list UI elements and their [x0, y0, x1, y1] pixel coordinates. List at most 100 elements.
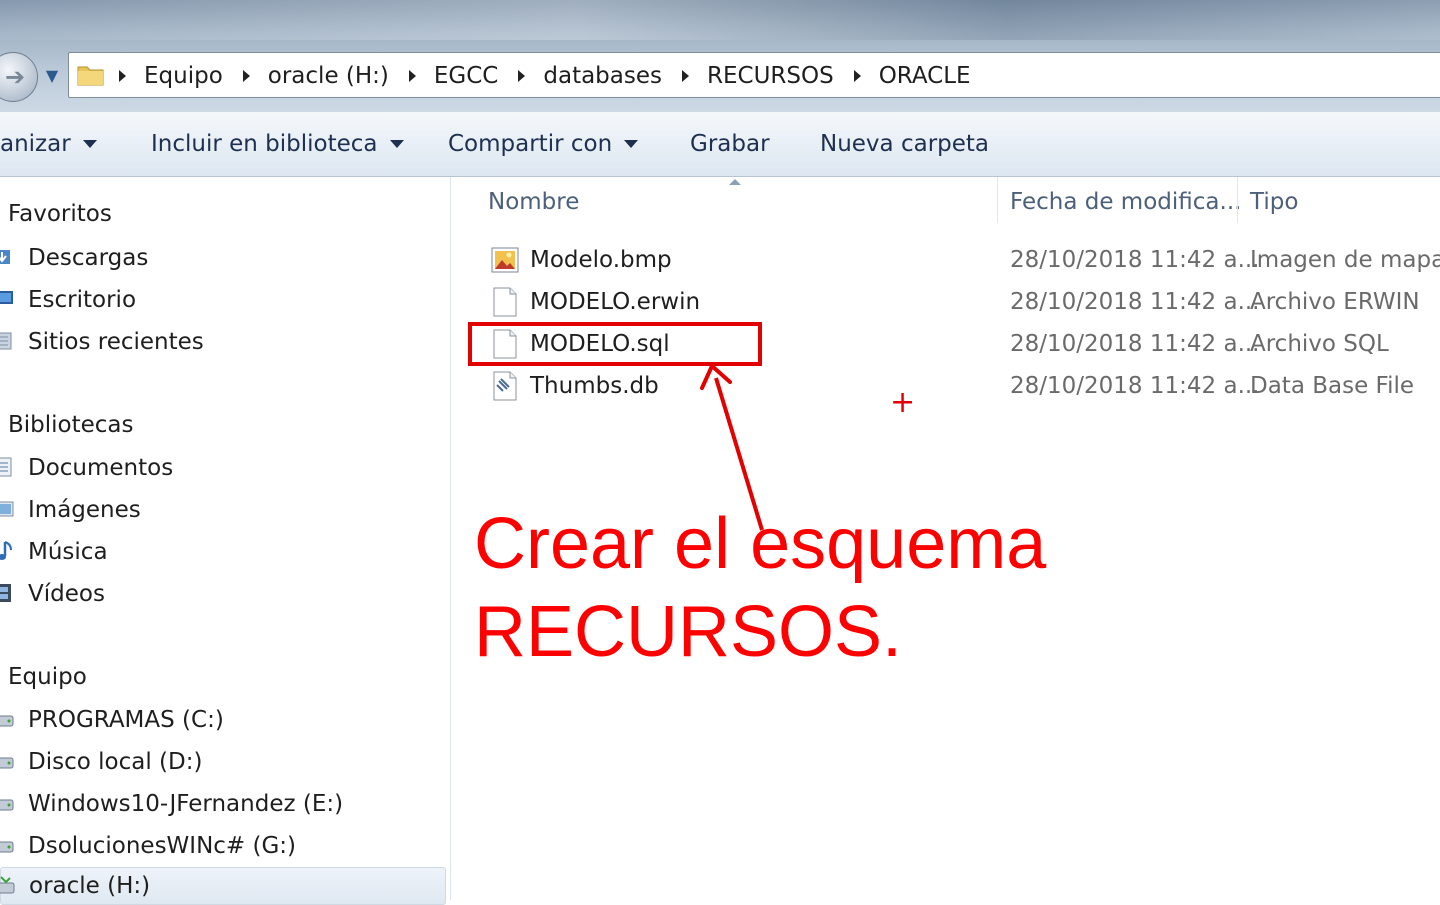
documents-icon — [0, 457, 12, 477]
breadcrumb-item[interactable]: RECURSOS — [707, 63, 834, 89]
annotation-text: Crear el esquema RECURSOS. — [474, 500, 1046, 676]
nav-item-pictures[interactable]: Imágenes — [0, 491, 446, 529]
removable-drive-icon — [0, 876, 15, 894]
file-type: Imagen de mapa ... — [1250, 247, 1440, 273]
new-folder-label: Nueva carpeta — [820, 131, 990, 157]
nav-item-label: Disco local (D:) — [28, 749, 203, 775]
nav-item-drive-h[interactable]: oracle (H:) — [0, 867, 446, 905]
desktop-icon — [0, 291, 13, 304]
annotation-line-2: RECURSOS. — [474, 592, 903, 672]
film-strip-icon — [0, 584, 11, 602]
column-header-date[interactable]: Fecha de modifica... — [1010, 177, 1241, 227]
share-with-label: Compartir con — [448, 131, 613, 157]
file-name: Thumbs.db — [530, 373, 659, 399]
nav-item-recent-places[interactable]: Sitios recientes — [0, 323, 446, 361]
forward-arrow-icon: ➔ — [5, 63, 26, 91]
breadcrumb-item[interactable]: databases — [543, 63, 662, 89]
breadcrumb-item[interactable]: ORACLE — [879, 63, 971, 89]
nav-item-drive-e[interactable]: Windows10-JFernandez (E:) — [0, 785, 446, 823]
navigation-pane[interactable]: Favoritos Descargas Escritorio Sitios re… — [0, 177, 451, 905]
breadcrumb: Equipo oracle (H:) EGCC databases RECURS… — [119, 53, 991, 99]
folder-icon — [77, 66, 104, 86]
hard-drive-icon — [0, 799, 14, 811]
file-date: 28/10/2018 11:42 a... — [1010, 289, 1260, 315]
organize-label: anizar — [0, 131, 71, 157]
file-date: 28/10/2018 11:42 a... — [1010, 373, 1260, 399]
breadcrumb-item[interactable]: EGCC — [434, 63, 498, 89]
nav-item-label: Descargas — [28, 245, 149, 271]
file-row[interactable]: MODELO.erwin 28/10/2018 11:42 a... Archi… — [451, 281, 1440, 323]
computer-header[interactable]: Equipo — [8, 664, 87, 690]
new-folder-button[interactable]: Nueva carpeta — [820, 112, 989, 176]
recent-pages-dropdown-icon[interactable]: ▼ — [42, 66, 62, 86]
burn-button[interactable]: Grabar — [690, 112, 770, 176]
file-date: 28/10/2018 11:42 a... — [1010, 331, 1260, 357]
share-with-button[interactable]: Compartir con — [448, 112, 639, 176]
file-type: Archivo ERWIN — [1250, 289, 1420, 315]
file-name: Modelo.bmp — [530, 247, 672, 273]
nav-item-label: Windows10-JFernandez (E:) — [28, 791, 344, 817]
column-divider[interactable] — [997, 177, 998, 223]
nav-item-label: Escritorio — [28, 287, 137, 313]
column-header-name[interactable]: Nombre — [488, 177, 579, 227]
command-bar: anizar Incluir en biblioteca Compartir c… — [0, 112, 1440, 177]
downloads-icon — [0, 250, 10, 264]
nav-item-label: Música — [28, 539, 108, 565]
sort-ascending-icon — [729, 179, 741, 185]
nav-item-label: Sitios recientes — [28, 329, 204, 355]
forward-button[interactable]: ➔ — [0, 52, 38, 102]
plus-marker: + — [890, 385, 916, 420]
file-row[interactable]: Modelo.bmp 28/10/2018 11:42 a... Imagen … — [451, 239, 1440, 281]
file-date: 28/10/2018 11:42 a... — [1010, 247, 1260, 273]
hard-drive-icon — [0, 841, 14, 853]
nav-item-downloads[interactable]: Descargas — [0, 239, 446, 277]
nav-item-label: oracle (H:) — [29, 873, 151, 899]
nav-item-label: Documentos — [28, 455, 174, 481]
annotation-line-1: Crear el esquema — [474, 504, 1047, 584]
column-divider[interactable] — [1237, 177, 1238, 223]
chevron-down-icon — [82, 140, 97, 148]
generic-file-icon — [493, 287, 517, 317]
nav-item-drive-d[interactable]: Disco local (D:) — [0, 743, 446, 781]
libraries-header[interactable]: Bibliotecas — [8, 412, 134, 438]
file-row[interactable]: Thumbs.db 28/10/2018 11:42 a... Data Bas… — [451, 365, 1440, 407]
file-type: Data Base File — [1250, 373, 1415, 399]
column-header-type[interactable]: Tipo — [1250, 177, 1298, 227]
file-name: MODELO.erwin — [530, 289, 701, 315]
recent-places-icon — [0, 332, 12, 350]
nav-item-documents[interactable]: Documentos — [0, 449, 446, 487]
breadcrumb-item[interactable]: Equipo — [144, 63, 223, 89]
organize-button[interactable]: anizar — [0, 112, 97, 176]
breadcrumb-arrow-icon[interactable] — [408, 70, 416, 82]
breadcrumb-arrow-icon[interactable] — [242, 70, 250, 82]
breadcrumb-arrow-icon[interactable] — [518, 70, 526, 82]
chevron-down-icon — [389, 140, 404, 148]
nav-item-drive-c[interactable]: PROGRAMAS (C:) — [0, 701, 446, 739]
title-bar-gloss — [0, 0, 1440, 40]
nav-item-label: Vídeos — [28, 581, 105, 607]
nav-item-drive-g[interactable]: DsolucionesWINc# (G:) — [0, 827, 446, 865]
nav-item-label: Imágenes — [28, 497, 141, 523]
nav-item-label: DsolucionesWINc# (G:) — [28, 833, 297, 859]
hard-drive-icon — [0, 715, 14, 727]
breadcrumb-item[interactable]: oracle (H:) — [268, 63, 389, 89]
breadcrumb-arrow-icon[interactable] — [119, 70, 126, 82]
favorites-header[interactable]: Favoritos — [8, 201, 112, 227]
pictures-icon — [0, 501, 14, 517]
bitmap-image-icon — [491, 247, 519, 273]
highlight-box — [468, 322, 762, 366]
nav-item-desktop[interactable]: Escritorio — [0, 281, 446, 319]
breadcrumb-arrow-icon[interactable] — [682, 70, 689, 82]
nav-item-videos[interactable]: Vídeos — [0, 575, 446, 613]
breadcrumb-arrow-icon[interactable] — [853, 70, 861, 82]
music-note-icon — [0, 541, 12, 560]
chevron-down-icon — [624, 140, 639, 148]
burn-label: Grabar — [690, 131, 770, 157]
nav-item-music[interactable]: Música — [0, 533, 446, 571]
nav-item-label: PROGRAMAS (C:) — [28, 707, 224, 733]
include-library-label: Incluir en biblioteca — [151, 131, 378, 157]
include-in-library-button[interactable]: Incluir en biblioteca — [151, 112, 404, 176]
window-title-bar: ➔ ▼ Equipo oracle (H:) EGCC databases RE… — [0, 0, 1440, 112]
address-bar[interactable]: Equipo oracle (H:) EGCC databases RECURS… — [68, 52, 1440, 98]
database-file-icon — [493, 371, 517, 401]
